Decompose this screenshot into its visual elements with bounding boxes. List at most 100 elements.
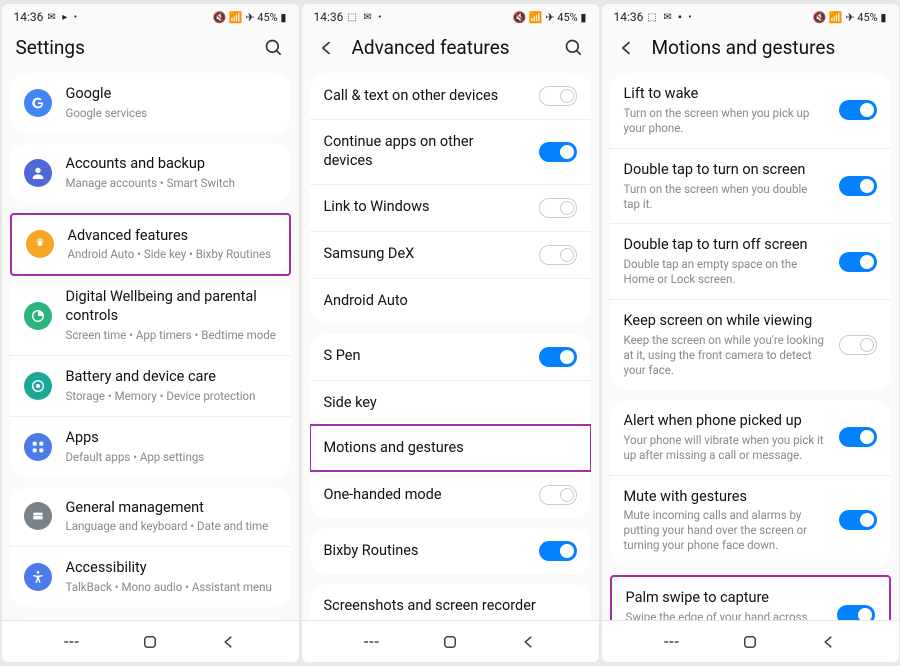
- nav-recents[interactable]: [360, 631, 382, 653]
- status-bar: 14:36 ✉ ▸ • 🔇 📶 ✈ 45% ▮: [2, 4, 299, 26]
- gesture-lift-to-wake[interactable]: Lift to wake Turn on the screen when you…: [610, 73, 891, 148]
- item-title: General management: [66, 499, 277, 518]
- back-icon[interactable]: [316, 37, 338, 59]
- item-title: Palm swipe to capture: [626, 589, 823, 608]
- toggle-on[interactable]: [839, 427, 877, 447]
- toggle-off[interactable]: [539, 485, 577, 505]
- status-bar: 14:36 ⬚ ✉ • 🔇 📶 ✈ 45% ▮: [302, 4, 599, 26]
- apps-icon: [24, 433, 52, 461]
- item-title: Apps: [66, 429, 277, 448]
- settings-item-battery[interactable]: Battery and device care Storage • Memory…: [10, 355, 291, 416]
- settings-item-wellbeing[interactable]: Digital Wellbeing and parental controls …: [10, 276, 291, 355]
- nav-recents[interactable]: [660, 631, 682, 653]
- toggle-on[interactable]: [539, 347, 577, 367]
- navbar: [302, 620, 599, 662]
- advanced-icon: [26, 230, 54, 258]
- feature-s-pen[interactable]: S Pen: [310, 334, 591, 380]
- notification-icons: ⬚ ✉ ▪ •: [647, 12, 693, 23]
- feature-android-auto[interactable]: Android Auto: [310, 278, 591, 324]
- feature-link-to-windows[interactable]: Link to Windows: [310, 184, 591, 231]
- item-subtitle: Mute incoming calls and alarms by puttin…: [624, 508, 825, 553]
- item-title: Keep screen on while viewing: [624, 312, 825, 331]
- nav-back[interactable]: [518, 631, 540, 653]
- screen-advanced-features: 14:36 ⬚ ✉ • 🔇 📶 ✈ 45% ▮ Advanced feature…: [302, 4, 599, 662]
- feature-bixby-routines[interactable]: Bixby Routines: [310, 528, 591, 574]
- item-title: Digital Wellbeing and parental controls: [66, 288, 277, 326]
- item-subtitle: Manage accounts • Smart Switch: [66, 176, 277, 191]
- header: Settings: [2, 26, 299, 73]
- item-title: Bixby Routines: [324, 542, 525, 561]
- nav-home[interactable]: [739, 631, 761, 653]
- item-title: Double tap to turn on screen: [624, 161, 825, 180]
- feature-continue-apps-on-other-devices[interactable]: Continue apps on other devices: [310, 119, 591, 184]
- item-title: Samsung DeX: [324, 245, 525, 264]
- item-title: Screenshots and screen recorder: [324, 597, 577, 616]
- status-time: 14:36: [14, 10, 44, 24]
- item-title: Accounts and backup: [66, 155, 277, 174]
- back-icon[interactable]: [616, 37, 638, 59]
- item-title: Android Auto: [324, 292, 577, 311]
- status-indicators: 🔇 📶 ✈ 45% ▮: [512, 11, 586, 24]
- status-time: 14:36: [614, 10, 644, 24]
- item-title: Google: [66, 85, 277, 104]
- gesture-double-tap-to-turn-on-screen[interactable]: Double tap to turn on screen Turn on the…: [610, 148, 891, 224]
- toggle-on[interactable]: [837, 605, 875, 620]
- accessibility-icon: [24, 563, 52, 591]
- feature-motions-and-gestures[interactable]: Motions and gestures: [310, 425, 591, 471]
- gesture-keep-screen-on-while-viewing[interactable]: Keep screen on while viewing Keep the sc…: [610, 299, 891, 390]
- toggle-on[interactable]: [539, 142, 577, 162]
- nav-back[interactable]: [818, 631, 840, 653]
- feature-screenshots-and-screen-recorder[interactable]: Screenshots and screen recorder: [310, 584, 591, 620]
- screen-motions-gestures: 14:36 ⬚ ✉ ▪ • 🔇 📶 ✈ 45% ▮ Motions and ge…: [602, 4, 899, 662]
- item-title: Battery and device care: [66, 368, 277, 387]
- settings-item-apps[interactable]: Apps Default apps • App settings: [10, 416, 291, 477]
- search-icon[interactable]: [263, 37, 285, 59]
- gesture-mute-with-gestures[interactable]: Mute with gestures Mute incoming calls a…: [610, 475, 891, 566]
- item-title: Continue apps on other devices: [324, 133, 525, 171]
- feature-side-key[interactable]: Side key: [310, 380, 591, 426]
- item-title: Advanced features: [68, 227, 275, 246]
- wellbeing-icon: [24, 302, 52, 330]
- feature-one-handed-mode[interactable]: One-handed mode: [310, 471, 591, 518]
- status-time: 14:36: [314, 10, 344, 24]
- navbar: [602, 620, 899, 662]
- search-icon[interactable]: [563, 37, 585, 59]
- toggle-on[interactable]: [839, 252, 877, 272]
- nav-recents[interactable]: [60, 631, 82, 653]
- item-title: Motions and gestures: [324, 439, 577, 458]
- item-subtitle: Double tap an empty space on the Home or…: [624, 257, 825, 287]
- settings-item-advanced[interactable]: Advanced features Android Auto • Side ke…: [12, 215, 289, 275]
- feature-call-text-on-other-devices[interactable]: Call & text on other devices: [310, 73, 591, 119]
- toggle-off[interactable]: [839, 335, 877, 355]
- gesture-alert-when-phone-picked-up[interactable]: Alert when phone picked up Your phone wi…: [610, 400, 891, 475]
- google-icon: [24, 89, 52, 117]
- toggle-off[interactable]: [539, 245, 577, 265]
- gesture-double-tap-to-turn-off-screen[interactable]: Double tap to turn off screen Double tap…: [610, 223, 891, 299]
- nav-home[interactable]: [139, 631, 161, 653]
- battery-icon: [24, 372, 52, 400]
- item-title: Double tap to turn off screen: [624, 236, 825, 255]
- gesture-palm-swipe-to-capture[interactable]: Palm swipe to capture Swipe the edge of …: [612, 577, 889, 620]
- nav-home[interactable]: [439, 631, 461, 653]
- notification-icons: ⬚ ✉ •: [347, 12, 383, 23]
- item-title: Accessibility: [66, 559, 277, 578]
- general-icon: [24, 502, 52, 530]
- item-title: One-handed mode: [324, 486, 525, 505]
- item-subtitle: Turn on the screen when you double tap i…: [624, 182, 825, 212]
- settings-item-accessibility[interactable]: Accessibility TalkBack • Mono audio • As…: [10, 546, 291, 607]
- toggle-on[interactable]: [539, 541, 577, 561]
- item-title: Call & text on other devices: [324, 87, 525, 106]
- navbar: [2, 620, 299, 662]
- toggle-on[interactable]: [839, 176, 877, 196]
- toggle-off[interactable]: [539, 86, 577, 106]
- settings-item-google[interactable]: Google Google services: [10, 73, 291, 133]
- settings-item-accounts[interactable]: Accounts and backup Manage accounts • Sm…: [10, 143, 291, 203]
- feature-samsung-dex[interactable]: Samsung DeX: [310, 231, 591, 278]
- toggle-on[interactable]: [839, 510, 877, 530]
- status-indicators: 🔇 📶 ✈ 45% ▮: [212, 11, 286, 24]
- toggle-on[interactable]: [839, 100, 877, 120]
- settings-item-general[interactable]: General management Language and keyboard…: [10, 487, 291, 547]
- toggle-off[interactable]: [539, 198, 577, 218]
- item-subtitle: Android Auto • Side key • Bixby Routines: [68, 247, 275, 262]
- nav-back[interactable]: [218, 631, 240, 653]
